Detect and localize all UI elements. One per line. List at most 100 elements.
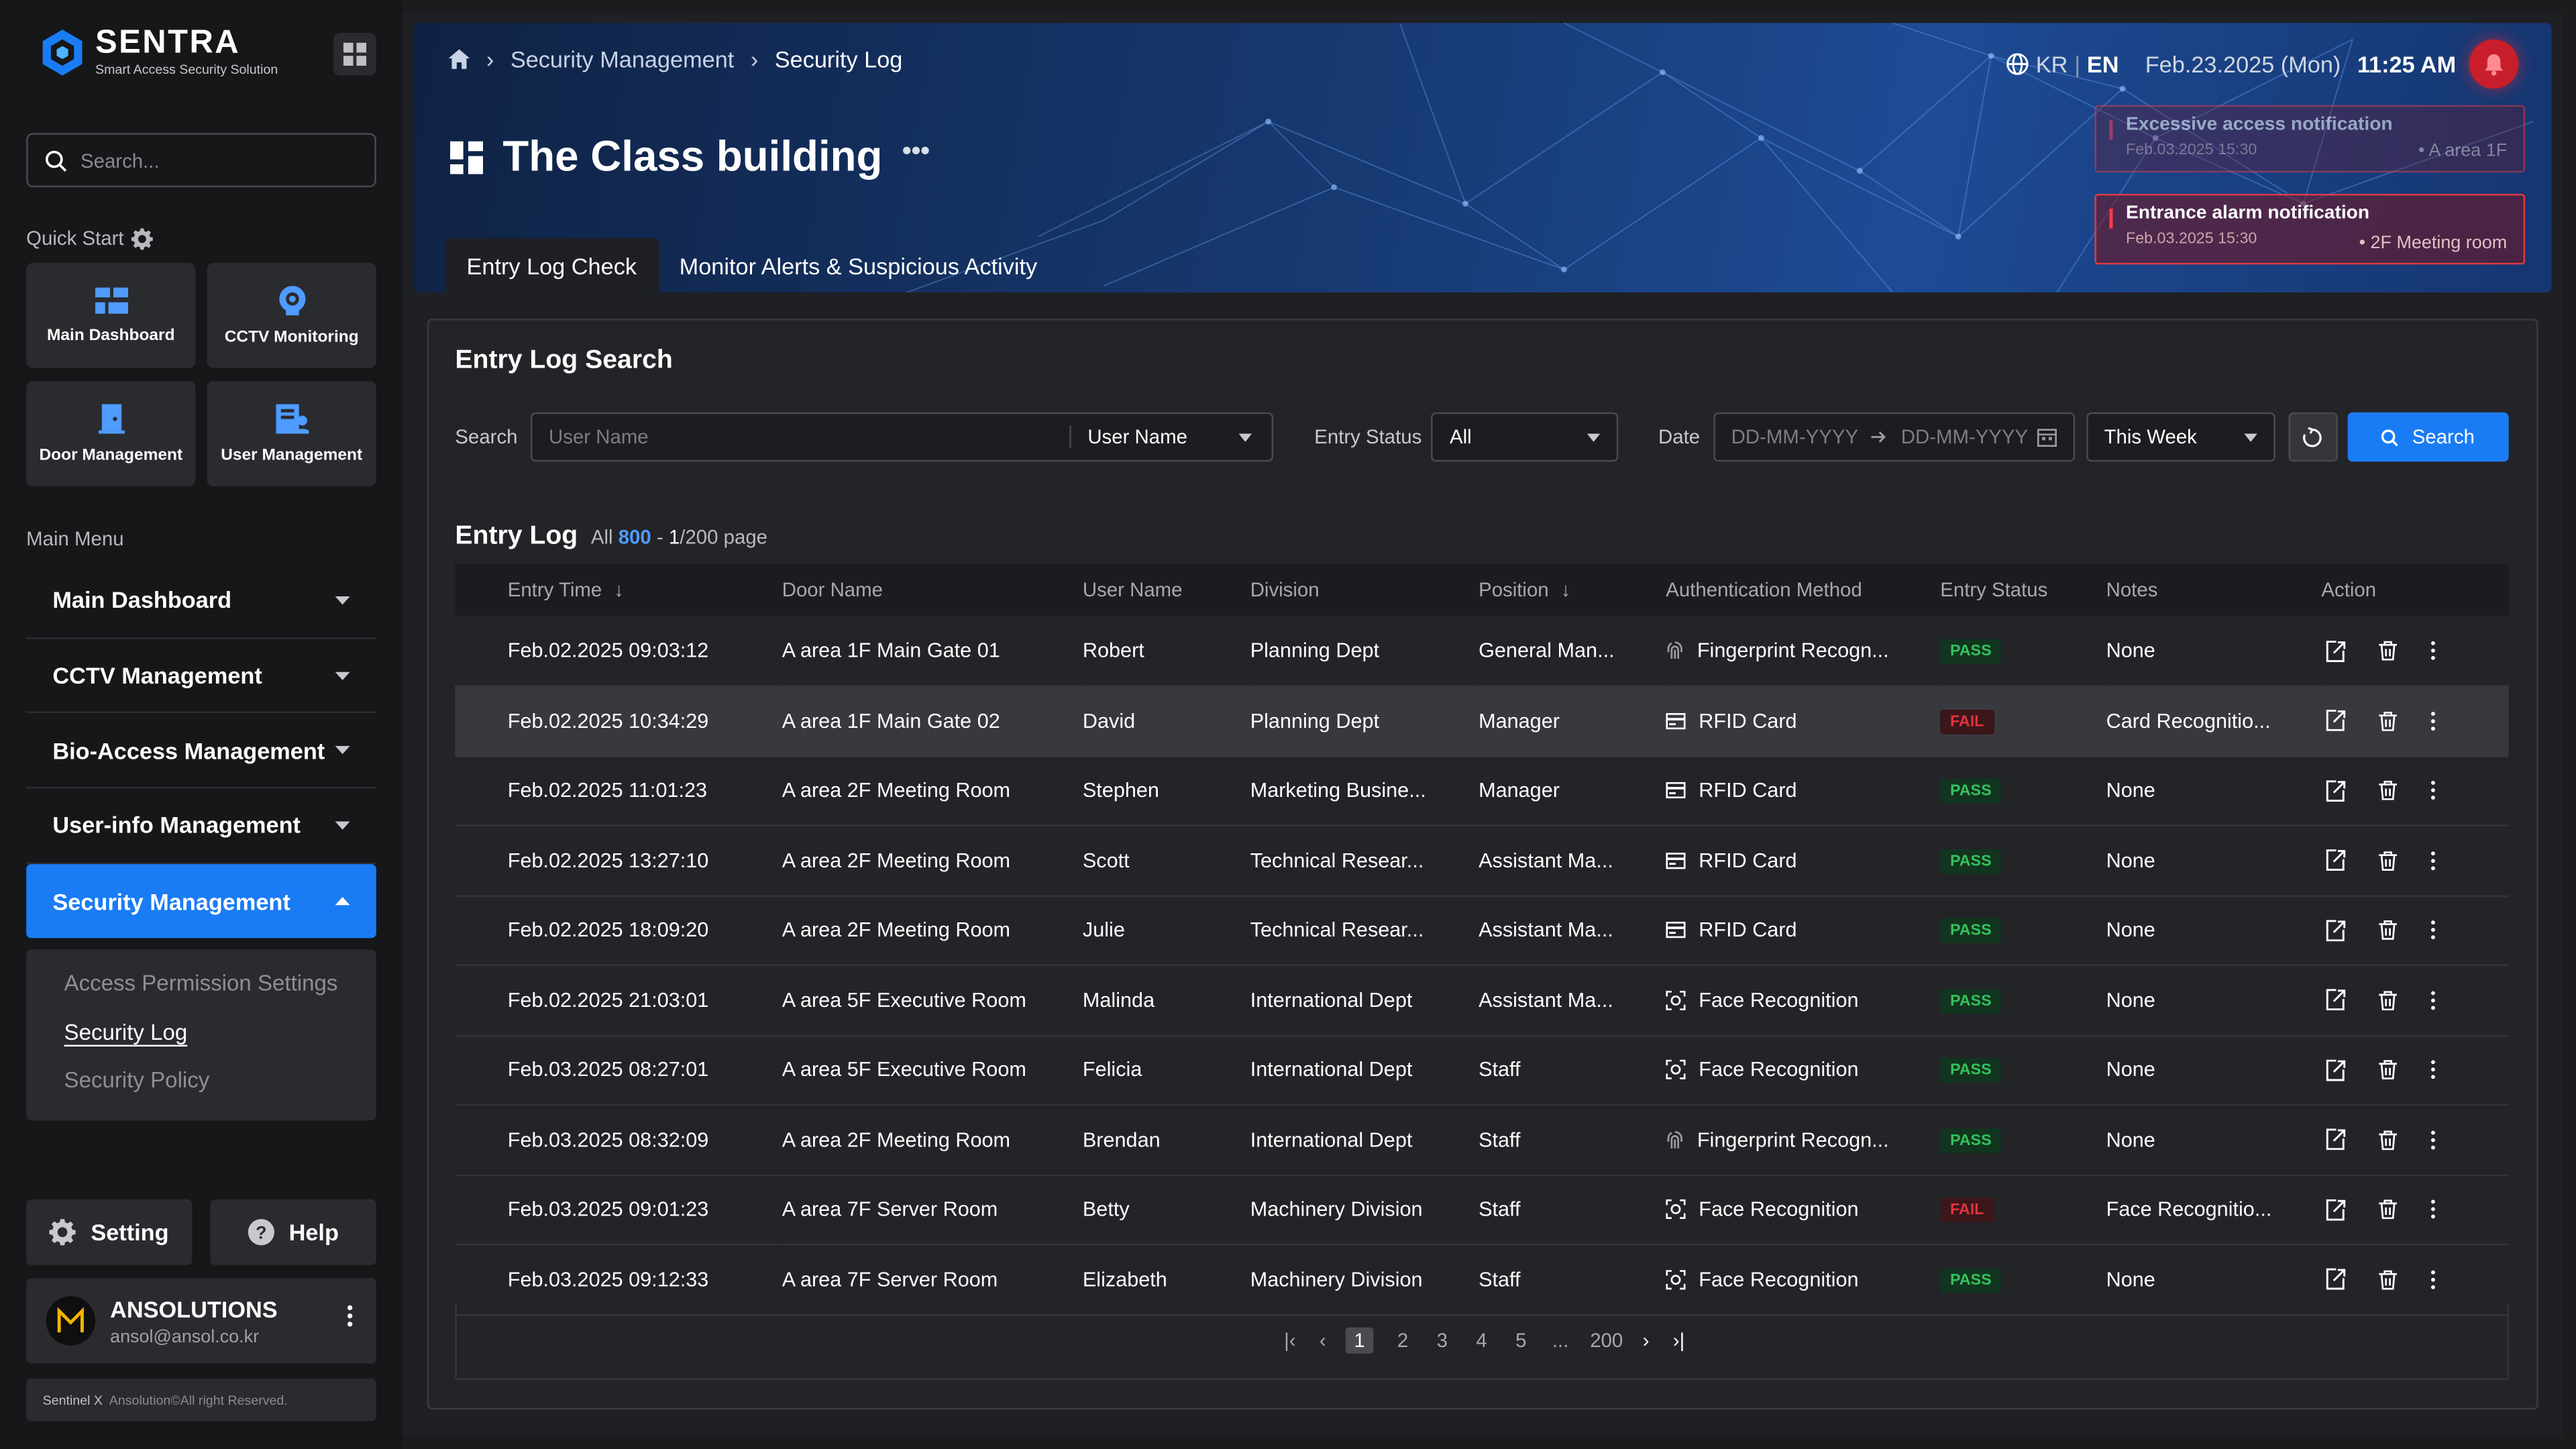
title-more-icon[interactable]: ••• bbox=[902, 137, 930, 166]
table-row[interactable]: Feb.02.2025 11:01:23 A area 2F Meeting Ro… bbox=[455, 756, 2509, 826]
cell-actions bbox=[2321, 965, 2508, 1035]
trash-icon[interactable] bbox=[2379, 1130, 2398, 1150]
page-number[interactable]: 2 bbox=[1393, 1329, 1412, 1352]
tab-entry-log-check[interactable]: Entry Log Check bbox=[445, 238, 658, 292]
export-icon[interactable] bbox=[2324, 710, 2346, 732]
page-number[interactable]: 1 bbox=[1346, 1327, 1373, 1354]
table-row[interactable]: Feb.02.2025 10:34:29 A area 1F Main Gate … bbox=[455, 686, 2509, 756]
table-row[interactable]: Feb.03.2025 08:27:01 A area 5F Executive … bbox=[455, 1035, 2509, 1105]
gear-icon[interactable] bbox=[131, 227, 154, 250]
breadcrumb-security-management[interactable]: Security Management bbox=[511, 46, 735, 72]
col-door-name: Door Name bbox=[782, 578, 883, 602]
notification-excessive-access[interactable]: Excessive access notification Feb.03.202… bbox=[2094, 105, 2526, 173]
table-row[interactable]: Feb.03.2025 09:01:23 A area 7F Server Roo… bbox=[455, 1175, 2509, 1245]
auth-method-label: Face Recognition bbox=[1699, 1268, 1859, 1291]
more-options-icon[interactable] bbox=[347, 1305, 354, 1328]
last-page-icon[interactable]: ›| bbox=[1669, 1329, 1688, 1352]
more-options-icon[interactable] bbox=[2430, 1269, 2436, 1289]
col-position[interactable]: Position ↓ bbox=[1479, 564, 1666, 616]
submenu-access-permission-settings[interactable]: Access Permission Settings bbox=[64, 971, 376, 1019]
menu-item-cctv-management[interactable]: CCTV Management bbox=[26, 639, 376, 714]
export-icon[interactable] bbox=[2324, 989, 2346, 1011]
page-number[interactable]: 200 bbox=[1590, 1329, 1623, 1352]
trash-icon[interactable] bbox=[2379, 1269, 2398, 1289]
home-icon[interactable] bbox=[448, 49, 470, 69]
export-icon[interactable] bbox=[2324, 919, 2346, 941]
setting-button[interactable]: Setting bbox=[26, 1199, 193, 1265]
more-options-icon[interactable] bbox=[2430, 1130, 2436, 1149]
user-profile-card[interactable]: ANSOLUTIONS ansol@ansol.co.kr bbox=[26, 1278, 376, 1364]
trash-icon[interactable] bbox=[2379, 851, 2398, 871]
next-page-icon[interactable]: › bbox=[1636, 1329, 1656, 1352]
search-input[interactable]: User Name bbox=[533, 425, 1071, 449]
more-options-icon[interactable] bbox=[2430, 711, 2436, 731]
export-icon[interactable] bbox=[2324, 849, 2346, 871]
more-options-icon[interactable] bbox=[2430, 781, 2436, 800]
table-row[interactable]: Feb.03.2025 08:32:09 A area 2F Meeting Ro… bbox=[455, 1105, 2509, 1175]
page-number[interactable]: 3 bbox=[1432, 1329, 1452, 1352]
submenu-security-policy[interactable]: Security Policy bbox=[64, 1068, 376, 1116]
trash-icon[interactable] bbox=[2379, 920, 2398, 941]
page-number[interactable]: 4 bbox=[1472, 1329, 1491, 1352]
export-icon[interactable] bbox=[2324, 1129, 2346, 1150]
more-options-icon[interactable] bbox=[2430, 1060, 2436, 1079]
cell-actions bbox=[2321, 1035, 2508, 1105]
submenu-security-log[interactable]: Security Log bbox=[64, 1020, 376, 1068]
apps-grid-button[interactable] bbox=[333, 32, 376, 76]
help-button[interactable]: ? Help bbox=[210, 1199, 376, 1265]
quick-start-main-dashboard[interactable]: Main Dashboard bbox=[26, 262, 196, 368]
search-button[interactable]: Search bbox=[2347, 412, 2509, 462]
table-row[interactable]: Feb.02.2025 09:03:12 A area 1F Main Gate … bbox=[455, 616, 2509, 686]
more-options-icon[interactable] bbox=[2430, 851, 2436, 870]
trash-icon[interactable] bbox=[2379, 711, 2398, 731]
trash-icon[interactable] bbox=[2379, 1060, 2398, 1080]
quick-start-door-management[interactable]: Door Management bbox=[26, 381, 196, 486]
table-row[interactable]: Feb.02.2025 13:27:10 A area 2F Meeting Ro… bbox=[455, 826, 2509, 896]
trash-icon[interactable] bbox=[2379, 990, 2398, 1010]
globe-icon bbox=[2006, 53, 2029, 75]
col-entry-time[interactable]: Entry Time ↓ bbox=[455, 564, 782, 616]
search-field-select[interactable]: User Name bbox=[1071, 425, 1272, 449]
more-options-icon[interactable] bbox=[2430, 990, 2436, 1010]
menu-item-security-management[interactable]: Security Management bbox=[26, 863, 376, 939]
quick-start-cctv-monitoring[interactable]: CCTV Monitoring bbox=[207, 262, 376, 368]
more-options-icon[interactable] bbox=[2430, 641, 2436, 660]
entry-status-select[interactable]: All bbox=[1432, 412, 1619, 462]
trash-icon[interactable] bbox=[2379, 1199, 2398, 1220]
quick-start-user-management[interactable]: User Management bbox=[207, 381, 376, 486]
trash-icon[interactable] bbox=[2379, 641, 2398, 661]
alarm-button[interactable] bbox=[2469, 39, 2519, 89]
tab-monitor-alerts[interactable]: Monitor Alerts & Suspicious Activity bbox=[658, 238, 1059, 292]
sidebar-search[interactable] bbox=[26, 133, 376, 188]
export-icon[interactable] bbox=[2324, 1199, 2346, 1220]
notification-entrance-alarm[interactable]: Entrance alarm notification Feb.03.2025 … bbox=[2094, 193, 2526, 265]
cell-actions bbox=[2321, 1175, 2508, 1244]
period-select[interactable]: This Week bbox=[2086, 412, 2275, 462]
table-row[interactable]: Feb.02.2025 21:03:01 A area 5F Executive … bbox=[455, 965, 2509, 1035]
trash-icon[interactable] bbox=[2379, 781, 2398, 801]
export-icon[interactable] bbox=[2324, 639, 2346, 661]
sidebar-search-input[interactable] bbox=[80, 148, 343, 172]
security-submenu: Access Permission Settings Security Log … bbox=[26, 949, 376, 1121]
date-range-picker[interactable]: DD-MM-YYYY DD-MM-YYYY bbox=[1713, 412, 2075, 462]
export-icon[interactable] bbox=[2324, 1059, 2346, 1081]
date-to[interactable]: DD-MM-YYYY bbox=[1901, 425, 2028, 448]
cctv-icon bbox=[278, 284, 305, 315]
lang-kr[interactable]: KR bbox=[2036, 51, 2068, 77]
lang-en[interactable]: EN bbox=[2087, 51, 2119, 77]
table-row[interactable]: Feb.02.2025 18:09:20 A area 2F Meeting Ro… bbox=[455, 896, 2509, 965]
page-number[interactable]: 5 bbox=[1511, 1329, 1531, 1352]
first-page-icon[interactable]: |‹ bbox=[1280, 1329, 1299, 1352]
prev-page-icon[interactable]: ‹ bbox=[1313, 1329, 1332, 1352]
reset-button[interactable] bbox=[2288, 412, 2338, 462]
menu-item-main-dashboard[interactable]: Main Dashboard bbox=[26, 564, 376, 639]
export-icon[interactable] bbox=[2324, 1269, 2346, 1291]
brand-logo[interactable]: SENTRA Smart Access Security Solution bbox=[40, 26, 278, 77]
more-options-icon[interactable] bbox=[2430, 1199, 2436, 1220]
menu-item-bio-access-management[interactable]: Bio-Access Management bbox=[26, 714, 376, 789]
language-switcher[interactable]: KR | EN bbox=[2006, 51, 2119, 77]
date-from[interactable]: DD-MM-YYYY bbox=[1731, 425, 1858, 448]
menu-item-user-info-management[interactable]: User-info Management bbox=[26, 789, 376, 864]
more-options-icon[interactable] bbox=[2430, 920, 2436, 940]
export-icon[interactable] bbox=[2324, 780, 2346, 802]
